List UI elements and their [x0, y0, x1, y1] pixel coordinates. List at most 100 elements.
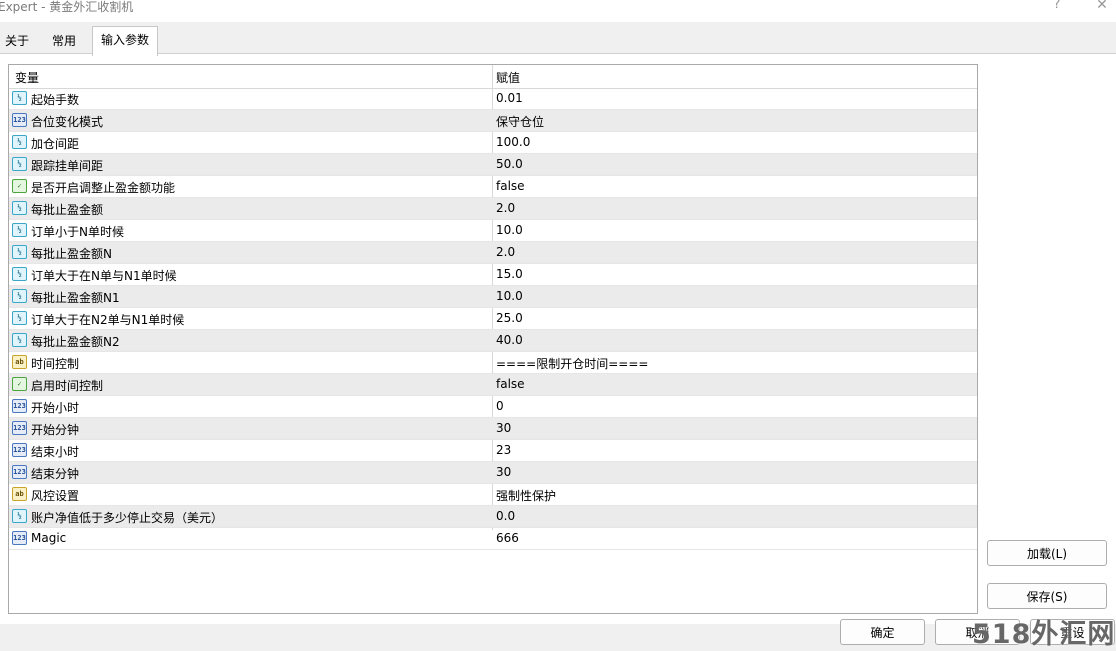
table-row[interactable]: ½ 订单大于在N2单与N1单时候 25.0: [9, 308, 977, 330]
parameter-name: 起始手数: [31, 93, 80, 107]
parameter-name: 订单小于N单时候: [31, 225, 124, 239]
parameter-name: 每批止盈金额: [31, 203, 104, 217]
double-type-icon: ½: [12, 223, 27, 237]
column-header-variable[interactable]: 变量: [15, 69, 39, 86]
parameter-name: 结束小时: [31, 445, 80, 459]
close-icon[interactable]: ✕: [1094, 0, 1110, 12]
parameter-value[interactable]: false: [496, 179, 525, 193]
parameters-table: 变量 赋值 ½ 起始手数 0.01 123 合位变化模式 保守仓位 ½ 加仓间距 100.0 ½ 跟…: [8, 64, 978, 614]
parameter-value[interactable]: 25.0: [496, 311, 523, 325]
parameter-value[interactable]: 0.0: [496, 509, 515, 523]
parameter-value[interactable]: 0.01: [496, 91, 523, 105]
string-type-icon: ab: [12, 487, 27, 501]
double-type-icon: ½: [12, 311, 27, 325]
column-header-value[interactable]: 赋值: [496, 69, 520, 86]
double-type-icon: ½: [12, 509, 27, 523]
parameter-value[interactable]: 10.0: [496, 223, 523, 237]
parameter-value[interactable]: 666: [496, 531, 519, 545]
parameter-value[interactable]: 0: [496, 399, 504, 413]
double-type-icon: ½: [12, 201, 27, 215]
parameter-name: 风控设置: [31, 489, 80, 503]
int-type-icon: 123: [12, 443, 27, 457]
double-type-icon: ½: [12, 245, 27, 259]
parameter-value[interactable]: 保守仓位: [496, 113, 544, 130]
table-row[interactable]: ab 时间控制 ====限制开仓时间====: [9, 352, 977, 374]
table-row[interactable]: 123 合位变化模式 保守仓位: [9, 110, 977, 132]
parameter-value[interactable]: 40.0: [496, 333, 523, 347]
double-type-icon: ½: [12, 267, 27, 281]
parameter-value[interactable]: 2.0: [496, 245, 515, 259]
table-row[interactable]: 123 开始小时 0: [9, 396, 977, 418]
table-header: 变量 赋值: [9, 65, 977, 89]
tab-input-parameters[interactable]: 输入参数: [92, 26, 158, 56]
parameter-value[interactable]: 强制性保护: [496, 487, 556, 504]
parameter-value[interactable]: 50.0: [496, 157, 523, 171]
bool-type-icon: ✓: [12, 377, 27, 391]
int-type-icon: 123: [12, 399, 27, 413]
int-type-icon: 123: [12, 113, 27, 127]
table-row[interactable]: 123 Magic 666: [9, 528, 977, 550]
reset-button[interactable]: 重设: [1030, 619, 1115, 645]
double-type-icon: ½: [12, 333, 27, 347]
table-row[interactable]: ½ 订单大于在N单与N1单时候 15.0: [9, 264, 977, 286]
table-row[interactable]: ab 风控设置 强制性保护: [9, 484, 977, 506]
parameter-value[interactable]: 10.0: [496, 289, 523, 303]
parameter-value[interactable]: 30: [496, 421, 511, 435]
int-type-icon: 123: [12, 531, 27, 545]
table-row[interactable]: ½ 每批止盈金额N2 40.0: [9, 330, 977, 352]
table-row[interactable]: ✓ 启用时间控制 false: [9, 374, 977, 396]
parameter-name: 每批止盈金额N2: [31, 335, 120, 349]
table-row[interactable]: 123 结束分钟 30: [9, 462, 977, 484]
parameter-value[interactable]: ====限制开仓时间====: [496, 355, 648, 372]
table-row[interactable]: ✓ 是否开启调整止盈金额功能 false: [9, 176, 977, 198]
table-row[interactable]: ½ 跟踪挂单间距 50.0: [9, 154, 977, 176]
bool-type-icon: ✓: [12, 179, 27, 193]
ok-button[interactable]: 确定: [840, 619, 925, 645]
double-type-icon: ½: [12, 91, 27, 105]
table-row[interactable]: 123 开始分钟 30: [9, 418, 977, 440]
parameter-value[interactable]: 2.0: [496, 201, 515, 215]
parameter-name: 合位变化模式: [31, 115, 104, 129]
parameter-name: 每批止盈金额N1: [31, 291, 120, 305]
parameter-name: 是否开启调整止盈金额功能: [31, 181, 176, 195]
parameter-value[interactable]: 15.0: [496, 267, 523, 281]
parameter-name: 开始小时: [31, 401, 80, 415]
parameter-value[interactable]: 30: [496, 465, 511, 479]
table-row[interactable]: ½ 起始手数 0.01: [9, 88, 977, 110]
tab-about[interactable]: 关于: [2, 29, 32, 53]
parameter-value[interactable]: false: [496, 377, 525, 391]
tab-strip: 关于 常用 输入参数: [0, 22, 1116, 56]
table-row[interactable]: ½ 每批止盈金额N1 10.0: [9, 286, 977, 308]
string-type-icon: ab: [12, 355, 27, 369]
int-type-icon: 123: [12, 421, 27, 435]
window-title: Expert - 黄金外汇收割机: [0, 0, 134, 14]
load-button[interactable]: 加载(L): [987, 540, 1107, 566]
double-type-icon: ½: [12, 135, 27, 149]
parameter-name: 结束分钟: [31, 467, 80, 481]
parameter-name: 启用时间控制: [31, 379, 104, 393]
parameter-value[interactable]: 23: [496, 443, 511, 457]
parameter-name: Magic: [31, 531, 67, 545]
table-row[interactable]: ½ 订单小于N单时候 10.0: [9, 220, 977, 242]
int-type-icon: 123: [12, 465, 27, 479]
tab-common[interactable]: 常用: [48, 29, 80, 53]
double-type-icon: ½: [12, 289, 27, 303]
table-row[interactable]: 123 结束小时 23: [9, 440, 977, 462]
parameter-name: 时间控制: [31, 357, 80, 371]
parameter-name: 加仓间距: [31, 137, 80, 151]
double-type-icon: ½: [12, 157, 27, 171]
table-row[interactable]: ½ 加仓间距 100.0: [9, 132, 977, 154]
help-button[interactable]: ?: [1049, 0, 1065, 12]
parameter-name: 每批止盈金额N: [31, 247, 112, 261]
cancel-button[interactable]: 取消: [935, 619, 1020, 645]
parameter-name: 订单大于在N单与N1单时候: [31, 269, 177, 283]
parameter-name: 账户净值低于多少停止交易（美元）: [31, 511, 224, 525]
title-bar: Expert - 黄金外汇收割机 ? ✕: [0, 0, 1116, 22]
save-button[interactable]: 保存(S): [987, 583, 1107, 609]
parameter-value[interactable]: 100.0: [496, 135, 530, 149]
table-row[interactable]: ½ 每批止盈金额N 2.0: [9, 242, 977, 264]
parameter-name: 订单大于在N2单与N1单时候: [31, 313, 185, 327]
table-row[interactable]: ½ 每批止盈金额 2.0: [9, 198, 977, 220]
table-row[interactable]: ½ 账户净值低于多少停止交易（美元） 0.0: [9, 506, 977, 528]
table-rows: ½ 起始手数 0.01 123 合位变化模式 保守仓位 ½ 加仓间距 100.0 ½ 跟踪挂单间距 5…: [9, 88, 977, 550]
